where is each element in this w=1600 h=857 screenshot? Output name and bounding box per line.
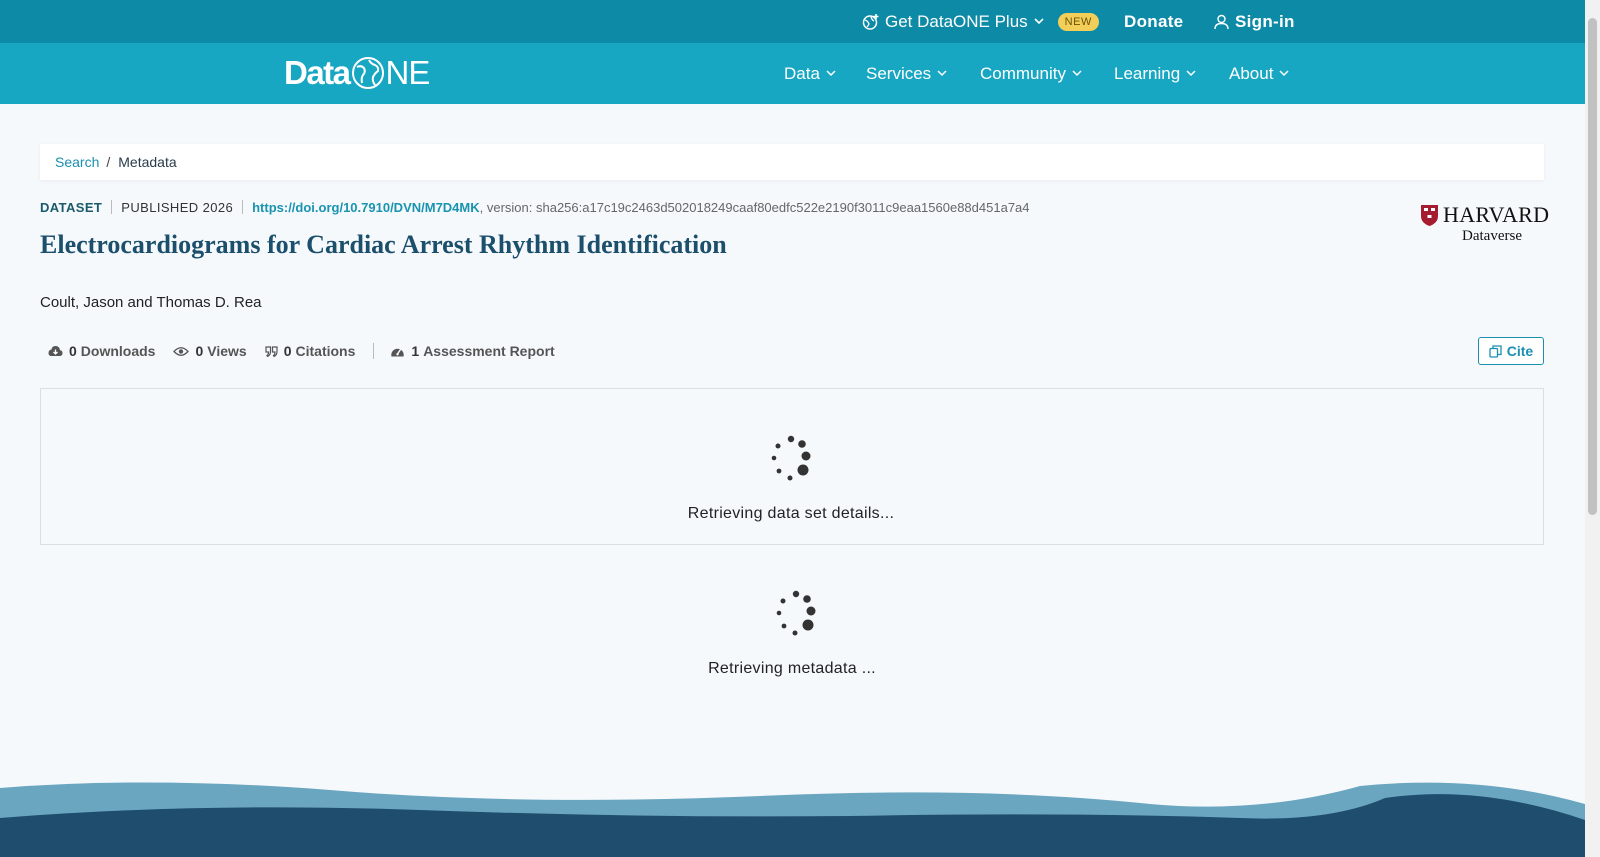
assessment-count: 1 (411, 343, 420, 359)
sign-in-label: Sign-in (1235, 11, 1295, 31)
citations-count: 0 (283, 343, 292, 359)
chevron-down-icon (937, 70, 947, 77)
downloads-label: Downloads (80, 343, 156, 359)
footer-wave-decoration (0, 782, 1585, 857)
dataone-logo[interactable]: Data NE (284, 54, 431, 92)
doi-link[interactable]: https://doi.org/10.7910/DVN/M7D4MK (252, 200, 480, 215)
quote-icon (265, 345, 278, 357)
meta-divider (242, 200, 244, 214)
views-label: Views (207, 343, 247, 359)
metrics-row: 0 Downloads 0 Views 0 Citations 1 Assess… (48, 343, 573, 359)
get-dataone-plus-label: Get DataONE Plus (885, 11, 1028, 31)
dataverse-name: Dataverse (1462, 228, 1522, 244)
get-dataone-plus-menu[interactable]: Get DataONE Plus NEW (862, 0, 1099, 43)
dataset-authors: Coult, Jason and Thomas D. Rea (40, 294, 262, 311)
cloud-download-icon (48, 346, 63, 356)
copy-icon (1489, 344, 1502, 358)
published-year: PUBLISHED 2026 (121, 199, 234, 215)
nav-services-label: Services (866, 63, 932, 83)
scrollbar-thumb[interactable] (1588, 18, 1597, 515)
gauge-icon (391, 348, 405, 356)
nav-services[interactable]: Services (866, 43, 947, 104)
loading-spinner-icon (776, 590, 816, 636)
top-utility-bar: Get DataONE Plus NEW Donate Sign-in (0, 0, 1585, 43)
harvard-shield-icon (1421, 205, 1438, 226)
nav-community[interactable]: Community (980, 43, 1082, 104)
chevron-down-icon (826, 70, 836, 77)
dataset-details-panel: Retrieving data set details... (40, 388, 1544, 545)
downloads-metric[interactable]: 0 Downloads (48, 343, 155, 359)
breadcrumb-current: Metadata (118, 154, 177, 170)
globe-icon (351, 57, 384, 89)
logo-data-text: Data (284, 54, 351, 91)
chevron-down-icon (1186, 70, 1196, 77)
details-loading-text: Retrieving data set details... (687, 505, 895, 522)
version-hash: , version: sha256:a17c19c2463d502018249c… (479, 199, 1030, 215)
page-scrollbar[interactable] (1585, 0, 1600, 857)
main-navbar: Data NE Data Services Community Learning… (0, 43, 1585, 104)
chevron-down-icon (1279, 70, 1289, 77)
user-icon (1214, 14, 1229, 29)
loading-spinner-icon (771, 435, 811, 481)
metrics-divider (373, 343, 375, 359)
nav-data[interactable]: Data (784, 43, 836, 104)
nav-learning-label: Learning (1114, 63, 1181, 83)
cite-button[interactable]: Cite (1478, 337, 1544, 365)
chevron-down-icon (1034, 18, 1044, 25)
dataset-meta-line: DATASET PUBLISHED 2026 https://doi.org/1… (40, 199, 1030, 215)
eye-icon (173, 346, 190, 356)
metadata-loading-text: Retrieving metadata ... (708, 660, 876, 677)
dataset-title: Electrocardiograms for Cardiac Arrest Rh… (40, 230, 727, 259)
nav-data-label: Data (784, 63, 820, 83)
nav-learning[interactable]: Learning (1114, 43, 1196, 104)
nav-about[interactable]: About (1229, 43, 1289, 104)
globe-plus-icon (862, 13, 879, 30)
assessment-report-metric[interactable]: 1 Assessment Report (390, 343, 555, 359)
assessment-label: Assessment Report (423, 343, 555, 359)
breadcrumb-search-link[interactable]: Search (55, 154, 99, 170)
nav-about-label: About (1229, 63, 1274, 83)
citations-label: Citations (295, 343, 356, 359)
harvard-dataverse-logo[interactable]: HARVARD Dataverse (1420, 202, 1549, 246)
donate-link[interactable]: Donate (1124, 0, 1183, 43)
views-count: 0 (195, 343, 204, 359)
cite-label: Cite (1506, 343, 1534, 359)
citations-metric[interactable]: 0 Citations (265, 343, 356, 359)
new-badge: NEW (1057, 12, 1099, 31)
logo-one-text: NE (385, 54, 431, 91)
meta-divider (111, 200, 113, 214)
chevron-down-icon (1072, 70, 1082, 77)
breadcrumb-separator: / (106, 154, 111, 170)
dataset-type-label: DATASET (40, 199, 103, 215)
views-metric[interactable]: 0 Views (173, 343, 247, 359)
sign-in-link[interactable]: Sign-in (1214, 0, 1295, 43)
downloads-count: 0 (69, 343, 77, 359)
harvard-name: HARVARD (1443, 202, 1550, 227)
breadcrumb: Search / Metadata (40, 144, 1544, 180)
nav-community-label: Community (980, 63, 1066, 83)
